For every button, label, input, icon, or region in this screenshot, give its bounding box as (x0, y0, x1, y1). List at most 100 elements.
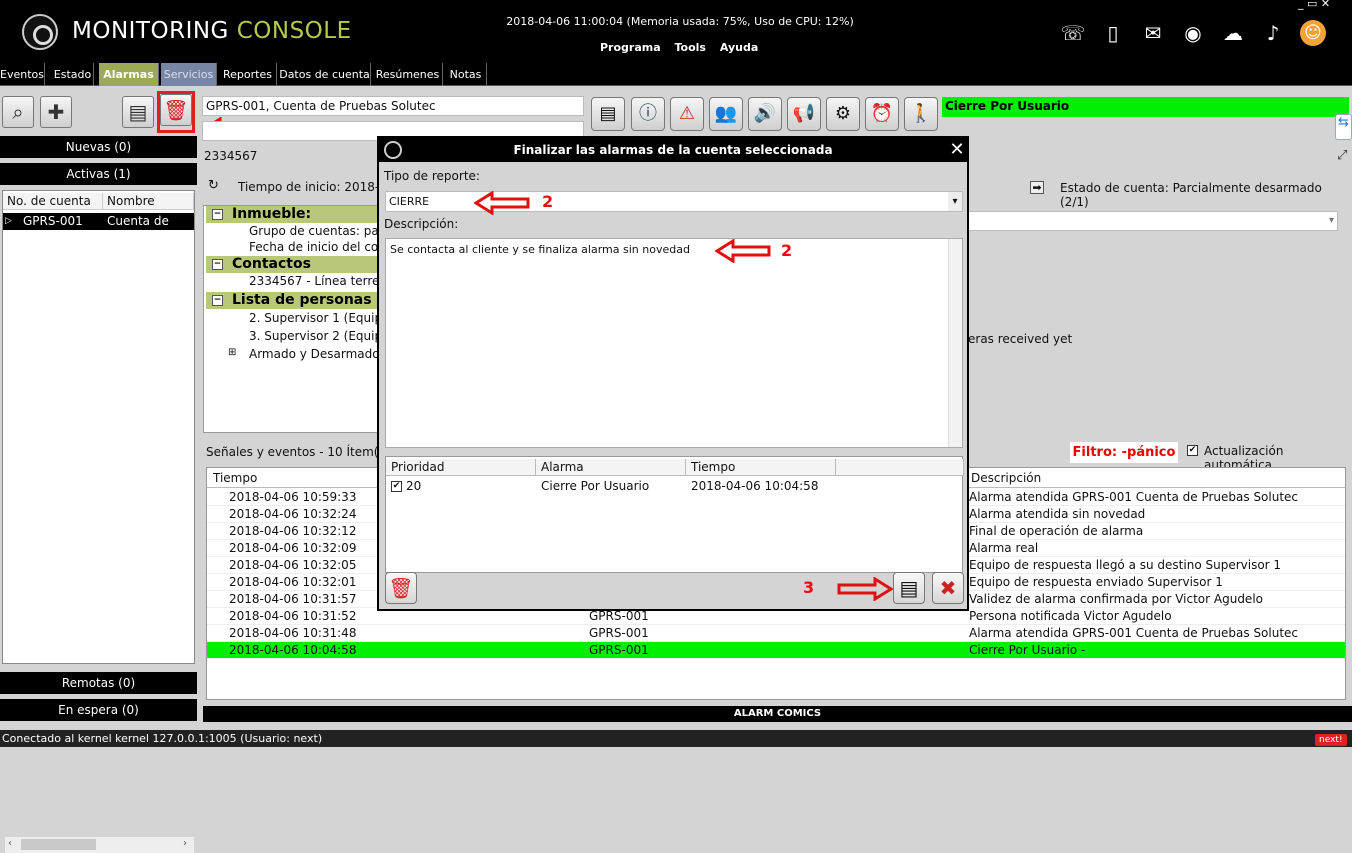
col-empty (836, 459, 964, 476)
speaker-icon[interactable]: ♪ (1260, 20, 1286, 46)
descripcion-textarea[interactable]: Se contacta al cliente y se finaliza ala… (385, 238, 963, 448)
auto-update-checkbox[interactable]: ✔ (1187, 445, 1198, 456)
notepad-icon: ▤ (599, 103, 617, 124)
cancel-button[interactable]: ✖ (932, 572, 964, 604)
row-tiempo: 2018-04-06 10:04:58 (691, 479, 819, 493)
walk-button[interactable]: 🚶 (904, 97, 938, 131)
people-icon: 👥 (714, 103, 738, 124)
owl-icon[interactable]: ◉ (1180, 20, 1206, 46)
tree-inmueble-label: Inmueble: (232, 206, 312, 222)
siren-button[interactable]: 📢 (787, 97, 821, 131)
tab-servicios[interactable]: Servicios (161, 63, 217, 86)
event-row[interactable]: 2018-04-06 10:04:58 GPRS-001 Cierre Por Us… (207, 642, 1345, 659)
col-descripcion[interactable]: Descripción (971, 471, 1041, 485)
event-account: GPRS-001 (589, 626, 649, 640)
annotation-arrow-3 (715, 239, 771, 263)
chat-icon[interactable]: ☁ (1220, 20, 1246, 46)
tipo-reporte-select[interactable]: CIERRE ▾ (385, 191, 963, 212)
estado-cuenta: Estado de cuenta: Parcialmente desarmado… (1060, 181, 1322, 209)
sound-icon: 🔊 (753, 103, 777, 124)
account-row[interactable]: ▷ GPRS-001 Cuenta de Prue (3, 213, 194, 245)
tab-estado[interactable]: Estado (52, 63, 94, 86)
cancel-icon: ✖ (939, 576, 957, 600)
col-prioridad[interactable]: Prioridad (386, 459, 536, 476)
event-row[interactable]: 2018-04-06 10:31:48 GPRS-001 Alarma atendi… (207, 625, 1345, 642)
event-time: 2018-04-06 10:31:57 (229, 592, 357, 606)
tipo-reporte-label: Tipo de reporte: (384, 169, 480, 183)
settings-button[interactable]: ⚙ (826, 97, 860, 131)
close-icon[interactable]: ✕ (947, 138, 967, 162)
scroll-thumb[interactable] (21, 839, 96, 850)
remote-icon[interactable]: ⇆ (1335, 114, 1352, 140)
clipboard-icon: ▤ (128, 100, 148, 124)
tab-eventos[interactable]: Eventos (0, 63, 45, 86)
event-description: Cierre Por Usuario - (969, 643, 1086, 657)
event-description: Alarma atendida GPRS-001 Cuenta de Prueb… (969, 490, 1299, 504)
priority-row[interactable]: ✔ 20 Cierre Por Usuario 2018-04-06 10:04… (386, 478, 964, 495)
info-button[interactable]: ⓘ (631, 97, 665, 131)
event-description: Final de operación de alarma (969, 524, 1144, 538)
cameras-text: eras received yet (968, 332, 1073, 346)
app-header: MONITORING CONSOLE 2018-04-06 11:00:04 (… (0, 0, 1352, 62)
phone-icon[interactable]: ☏ (1060, 20, 1086, 46)
people-button[interactable]: 👥 (709, 97, 743, 131)
col-nombre[interactable]: Nombre (103, 193, 194, 210)
expand-icon[interactable]: ⊞ (228, 347, 236, 358)
collapse-icon[interactable]: − (212, 295, 223, 306)
smiley-icon[interactable]: ☺ (1300, 20, 1326, 46)
sms-icon[interactable]: ▯ (1100, 20, 1126, 46)
confirm-report-button[interactable]: ▤ (893, 572, 925, 604)
remotas-section[interactable]: Remotas (0) (0, 672, 197, 694)
account-field[interactable]: GPRS-001, Cuenta de Pruebas Solutec (202, 96, 584, 116)
horizontal-scrollbar[interactable]: ‹ › (5, 837, 194, 853)
tab-reportes[interactable]: Reportes (219, 63, 277, 86)
menu-tools[interactable]: Tools (675, 41, 706, 54)
nuevas-section[interactable]: Nuevas (0) (0, 136, 197, 158)
account-name: Cuenta de Prue (107, 214, 169, 245)
row-checkbox[interactable]: ✔ (391, 481, 402, 492)
window-controls[interactable]: _ ▭ ✕ (1298, 0, 1352, 10)
scroll-right-icon[interactable]: › (183, 838, 187, 849)
sound-button[interactable]: 🔊 (748, 97, 782, 131)
expand-view-icon[interactable]: ⤢ (1337, 148, 1347, 163)
vertical-scrollbar[interactable] (948, 239, 962, 447)
delete-button[interactable]: 🗑 (160, 94, 192, 126)
search-button[interactable]: ⌕ (2, 96, 34, 128)
event-description: Alarma atendida GPRS-001 Cuenta de Prueb… (969, 626, 1299, 640)
trash-icon: 🗑 (388, 576, 414, 600)
scroll-left-icon[interactable]: ‹ (8, 838, 12, 849)
notes-button[interactable]: ▤ (591, 97, 625, 131)
tab-datos-cuenta[interactable]: Datos de cuenta (279, 63, 371, 86)
tree-fecha: Fecha de inicio del cor (249, 240, 384, 254)
event-time: 2018-04-06 10:04:58 (229, 643, 357, 657)
col-tiempo-dialog[interactable]: Tiempo (686, 459, 836, 476)
filter-badge[interactable]: Filtro: -pánico (1070, 442, 1178, 463)
col-alarma[interactable]: Alarma (536, 459, 686, 476)
en-espera-section[interactable]: En espera (0) (0, 699, 197, 721)
menu-programa[interactable]: Programa (600, 41, 661, 54)
col-cuenta[interactable]: No. de cuenta (3, 193, 103, 210)
activas-section[interactable]: Activas (1) (0, 163, 197, 185)
add-button[interactable]: ✚ (40, 96, 72, 128)
refresh-icon[interactable]: ↻ (208, 178, 219, 193)
dialog-delete-button[interactable]: 🗑 (385, 572, 417, 604)
tab-resumenes[interactable]: Resúmenes (373, 63, 443, 86)
tab-alarmas[interactable]: Alarmas (99, 63, 159, 86)
chevron-down-icon[interactable]: ▾ (948, 192, 962, 211)
right-dropdown[interactable]: ▾ (968, 211, 1338, 231)
col-tiempo[interactable]: Tiempo (213, 471, 257, 485)
collapse-icon[interactable]: − (212, 259, 223, 270)
warning-button[interactable]: ⚠ (670, 97, 704, 131)
report-button[interactable]: ▤ (122, 96, 154, 128)
tree-sup1: 2. Supervisor 1 (Equip (249, 311, 383, 325)
tab-notas[interactable]: Notas (445, 63, 487, 86)
arrow-right-icon[interactable]: ➡ (1030, 181, 1044, 194)
event-description: Validez de alarma confirmada por Victor … (969, 592, 1263, 606)
alarm-clock-button[interactable]: ⏰ (865, 97, 899, 131)
menu-bar: Programa Tools Ayuda (600, 41, 768, 54)
collapse-icon[interactable]: − (212, 209, 223, 220)
email-icon[interactable]: ✉ (1140, 20, 1166, 46)
warning-icon: ⚠ (678, 103, 696, 124)
menu-ayuda[interactable]: Ayuda (720, 41, 758, 54)
annotation-2a: 2 (542, 192, 554, 211)
